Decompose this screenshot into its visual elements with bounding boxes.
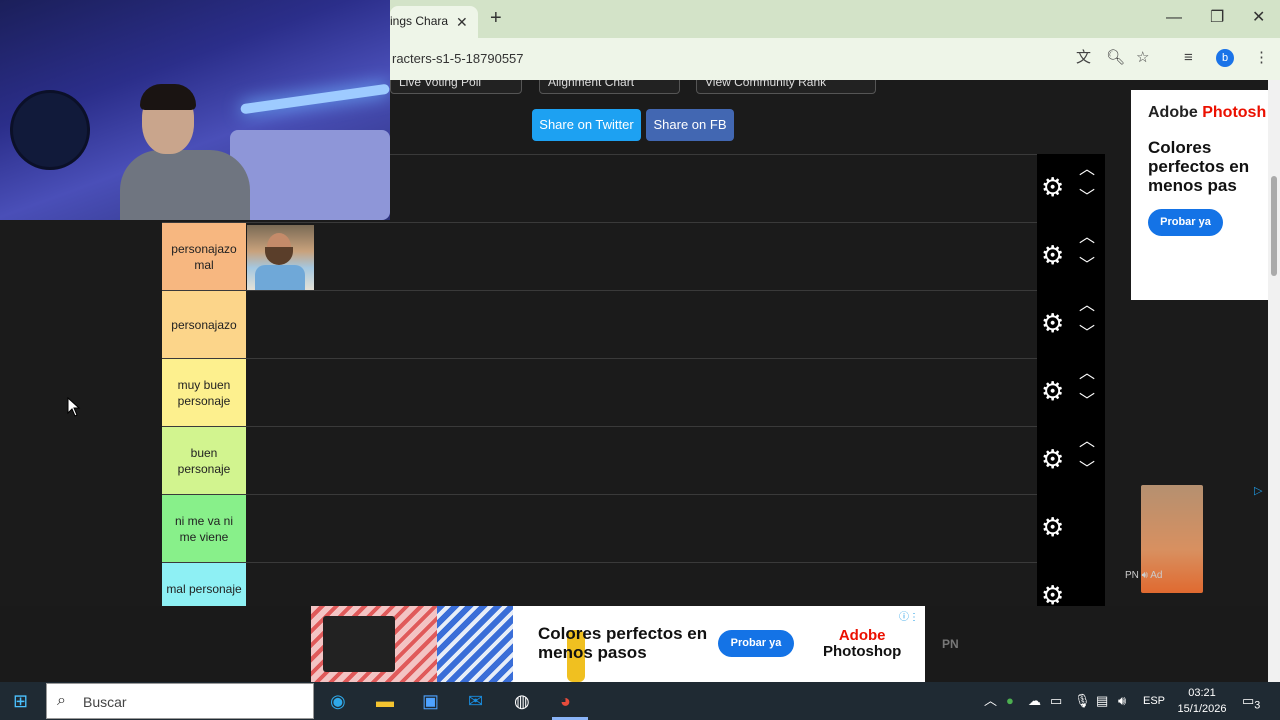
chevron-down-icon[interactable]: ﹀ [1079,394,1095,410]
tier-items[interactable] [246,223,1037,291]
chevron-up-icon[interactable]: ︿ [1079,434,1095,450]
tier-label[interactable]: personajazo mal [162,223,246,290]
star-icon[interactable]: ☆ [1136,50,1149,66]
gear-icon[interactable]: ⚙ [1041,174,1064,200]
store-icon[interactable]: ▣ [422,691,439,711]
character-thumbnail[interactable] [247,225,314,291]
tier-label[interactable]: ni me va ni me viene [162,495,246,562]
restore-icon[interactable]: ❐ [1210,10,1224,26]
tab-title: ings Chara [390,14,449,28]
taskbar-search[interactable]: ⌕ Buscar [46,683,314,719]
tier-row: personajazo [162,290,1037,358]
tier-items[interactable] [246,495,1037,562]
windows-start-icon[interactable]: ⊞ [13,691,28,711]
page-scrollbar[interactable] [1268,80,1280,682]
ad-headline: Colores perfectos en menos pasos [538,624,708,662]
ad-banner-right[interactable]: Adobe Photosh Colores perfectos en menos… [1131,90,1268,300]
edge-icon[interactable]: ◉ [330,691,346,711]
obs-icon[interactable]: ◍ [514,691,530,711]
gear-icon[interactable]: ⚙ [1041,242,1064,268]
ad-image [437,606,585,682]
tier-row: mal personaje [162,562,1037,606]
profile-avatar[interactable]: b [1216,49,1234,67]
scroll-thumb[interactable] [1271,176,1277,276]
tier-label[interactable]: mal personaje [162,563,246,606]
microphone-icon[interactable]: 🎙︎ [1074,693,1091,709]
ad-label: PN 🔊︎ Ad [1125,570,1163,581]
browser-tabbar: ings Chara ✕ + — ❐ ✕ [390,0,1280,38]
tier-label[interactable]: personajazo [162,291,246,358]
share-fb-button[interactable]: Share on FB [646,109,734,141]
tier-controls: ⚙ ︿ ﹀ ⚙ ︿ ﹀ ⚙ ︿ ﹀ ⚙ ︿ ﹀ ⚙ ︿ ﹀ ⚙ ⚙ [1037,154,1105,606]
onedrive-icon[interactable]: ☁ [1028,693,1041,709]
chevron-up-icon[interactable]: ︿ [1079,366,1095,382]
translate-icon[interactable]: 文 [1076,50,1091,66]
taskbar: ⊞ ⌕ Buscar ◉ ▬ ▣ ✉ ◍ ◕ ︿ ● ☁ ▭ 🎙︎ ▤ 🔊︎ E… [0,682,1280,720]
chevron-down-icon[interactable]: ﹀ [1079,326,1095,342]
ad-cta-button[interactable]: Probar ya [718,630,794,657]
chevron-down-icon[interactable]: ﹀ [1079,462,1095,478]
new-tab-icon[interactable]: + [490,8,502,28]
ad-headline: Colores perfectos en menos pas [1148,138,1250,195]
ad-brand: Adobe Photosh [1148,104,1267,121]
share-twitter-button[interactable]: Share on Twitter [532,109,641,141]
chevron-down-icon[interactable]: ﹀ [1079,190,1095,206]
camera-icon[interactable]: ▭ [1050,693,1062,709]
network-icon[interactable]: ▤ [1096,693,1108,709]
zoom-icon[interactable]: 🔍︎ [1106,50,1125,66]
search-input[interactable]: Buscar [83,694,127,710]
tier-label[interactable]: buen personaje [162,427,246,494]
tier-row: ni me va ni me viene [162,494,1037,562]
outlook-icon[interactable]: ✉ [468,691,483,711]
volume-icon[interactable]: 🔊︎ [1118,693,1126,709]
tier-label[interactable]: muy buen personaje [162,359,246,426]
chevron-up-icon[interactable]: ︿ [1079,162,1095,178]
tier-row: buen personaje [162,426,1037,494]
chevron-down-icon[interactable]: ﹀ [1079,258,1095,274]
live-voting-button[interactable]: Live Voting Poll [390,80,522,94]
notification-icon[interactable]: ▭3 [1242,693,1260,714]
ad-banner-bottom[interactable]: Colores perfectos en menos pasos Probar … [311,606,925,682]
url-field[interactable]: racters-s1-5-18790557 [392,51,524,66]
gear-icon[interactable]: ⚙ [1041,514,1064,540]
gear-icon[interactable]: ⚙ [1041,582,1064,606]
webcam-overlay [0,0,390,220]
language-indicator[interactable]: ESP [1143,693,1165,709]
community-rank-button[interactable]: View Community Rank [696,80,876,94]
gear-icon[interactable]: ⚙ [1041,310,1064,336]
file-explorer-icon[interactable]: ▬ [376,691,394,711]
chevron-up-icon[interactable]: ︿ [1079,230,1095,246]
gear-icon[interactable]: ⚙ [1041,378,1064,404]
minimize-icon[interactable]: — [1166,10,1182,26]
address-bar: racters-s1-5-18790557 文 🔍︎ ☆ ≡ b ⋮ [390,38,1280,80]
tier-items[interactable] [246,563,1037,606]
cursor-icon [67,397,81,417]
tier-row: muy buen personaje [162,358,1037,426]
media-icon[interactable]: ≡ [1184,50,1193,66]
ad-cta-button[interactable]: Probar ya [1148,209,1223,236]
ad-choices-icon[interactable]: ▷ [1254,484,1262,497]
ad-brand: Adobe Photoshop [823,627,902,660]
chevron-up-icon[interactable]: ︿ [1079,298,1095,314]
close-tab-icon[interactable]: ✕ [456,14,468,31]
tier-row: personajazo mal [162,222,1037,291]
close-window-icon[interactable]: ✕ [1252,10,1265,26]
chrome-tray-icon[interactable]: ● [1006,693,1014,709]
pn-label: PN [942,637,959,651]
ad-info-icon[interactable]: ⓘ⋮ [899,608,919,623]
gear-icon[interactable]: ⚙ [1041,446,1064,472]
chrome-icon[interactable]: ◕ [560,691,571,711]
search-icon: ⌕ [57,692,66,709]
tier-items[interactable] [246,359,1037,426]
tier-items[interactable] [246,427,1037,494]
menu-icon[interactable]: ⋮ [1254,50,1269,66]
clock[interactable]: 03:21 15/1/2026 [1172,685,1232,717]
ad-image [311,606,437,682]
browser-tab[interactable]: ings Chara ✕ [390,6,478,38]
tier-items[interactable] [246,291,1037,358]
alignment-chart-button[interactable]: Alignment Chart [539,80,680,94]
show-hidden-icons-icon[interactable]: ︿ [984,693,997,709]
